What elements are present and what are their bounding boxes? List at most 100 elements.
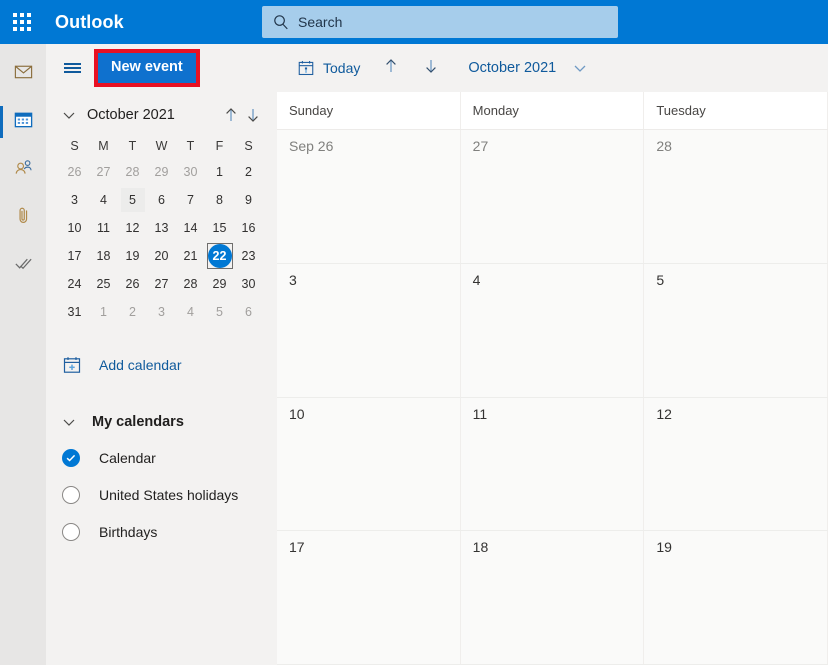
calendar-day-number: 4	[472, 271, 481, 288]
app-launcher-icon[interactable]	[0, 0, 44, 44]
chevron-down-icon[interactable]	[60, 106, 78, 124]
mini-calendar-day[interactable]: 7	[176, 187, 205, 213]
calendar-day-cell[interactable]: 5	[644, 263, 828, 397]
mini-calendar-day[interactable]: 15	[205, 215, 234, 241]
mini-calendar-day[interactable]: 28	[118, 159, 147, 185]
mini-calendar-day[interactable]: 2	[118, 299, 147, 325]
mini-calendar-day[interactable]: 19	[118, 243, 147, 269]
calendar-day-header: Tuesday	[644, 92, 828, 129]
calendar-day-cell[interactable]: 19	[644, 531, 828, 664]
mini-calendar-day[interactable]: 1	[205, 159, 234, 185]
calendar-day-cell[interactable]: 11	[460, 397, 645, 531]
calendar-list-item[interactable]: Calendar	[46, 439, 277, 476]
calendar-day-cell[interactable]: 4	[460, 263, 645, 397]
today-button[interactable]: Today	[289, 52, 368, 84]
unchecked-circle-icon[interactable]	[62, 485, 80, 504]
calendar-day-cell[interactable]: Sep 26	[277, 130, 461, 263]
mini-calendar-day-number: 19	[125, 249, 140, 263]
mini-calendar-day-number: 20	[154, 249, 169, 263]
mini-calendar-day[interactable]: 22	[206, 243, 233, 269]
mini-calendar-day[interactable]: 2	[234, 159, 263, 185]
chevron-down-icon[interactable]	[570, 58, 590, 78]
calendar-day-cell[interactable]: 27	[460, 130, 645, 263]
mini-calendar-day[interactable]: 23	[234, 243, 263, 269]
arrow-up-icon[interactable]	[221, 105, 241, 125]
mini-calendar-day[interactable]: 4	[89, 187, 118, 213]
mini-calendar-day[interactable]: 5	[205, 299, 234, 325]
calendar-weeks: Sep 26 27 28 3 4 5 10 11 12 17 18 19	[277, 130, 828, 665]
my-calendars-group-header[interactable]: My calendars	[46, 405, 277, 439]
new-event-button[interactable]: New event	[98, 52, 196, 84]
calendar-week-row: 3 4 5	[277, 263, 828, 398]
outlook-calendar-app: Outlook Search New event October 2021 S …	[0, 0, 828, 665]
current-month-label[interactable]: October 2021	[468, 60, 556, 76]
mini-calendar-day[interactable]: 27	[89, 159, 118, 185]
next-period-button[interactable]	[414, 52, 448, 84]
mini-calendar-day-number: 25	[96, 277, 111, 291]
rail-item-mail[interactable]	[0, 50, 46, 98]
calendar-day-number: Sep 26	[289, 138, 334, 154]
mini-calendar-day[interactable]: 27	[147, 271, 176, 297]
mini-calendar-day[interactable]: 24	[60, 271, 89, 297]
app-body: New event October 2021 S M T W T F S 26 …	[0, 44, 828, 665]
mini-calendar-day[interactable]: 3	[147, 299, 176, 325]
mini-calendar-day-headers: SMTWTFS	[60, 134, 263, 159]
rail-item-files[interactable]	[0, 194, 46, 242]
calendar-day-cell[interactable]: 17	[277, 531, 461, 664]
hamburger-icon[interactable]	[56, 52, 88, 84]
mini-calendar-day[interactable]: 4	[176, 299, 205, 325]
calendar-list-item-label: Birthdays	[99, 523, 158, 540]
calendar-day-cell[interactable]: 28	[644, 130, 828, 263]
mini-calendar-day[interactable]: 29	[205, 271, 234, 297]
unchecked-circle-icon[interactable]	[62, 522, 80, 541]
mini-calendar-day[interactable]: 20	[147, 243, 176, 269]
calendar-day-cell[interactable]: 10	[277, 397, 461, 531]
calendar-list-item[interactable]: United States holidays	[46, 476, 277, 513]
mini-calendar-day[interactable]: 28	[176, 271, 205, 297]
mini-calendar-day[interactable]: 31	[60, 299, 89, 325]
mini-calendar-day[interactable]: 29	[147, 159, 176, 185]
mini-calendar-day[interactable]: 30	[234, 271, 263, 297]
calendar-day-cell[interactable]: 12	[644, 397, 828, 531]
rail-item-people[interactable]	[0, 146, 46, 194]
mini-calendar-day[interactable]: 14	[176, 215, 205, 241]
chevron-down-icon	[60, 413, 78, 431]
rail-item-calendar[interactable]	[0, 98, 46, 146]
mini-calendar-day-number: 11	[97, 221, 110, 235]
mini-calendar-day[interactable]: 13	[147, 215, 176, 241]
mini-calendar-day[interactable]: 6	[234, 299, 263, 325]
mini-calendar-dow: S	[244, 139, 253, 153]
mini-calendar-day[interactable]: 12	[118, 215, 147, 241]
mini-calendar-day[interactable]: 3	[60, 187, 89, 213]
mini-calendar-day[interactable]: 16	[234, 215, 263, 241]
mini-calendar-title[interactable]: October 2021	[87, 107, 219, 123]
rail-item-to-do[interactable]	[0, 242, 46, 290]
mini-calendar-day[interactable]: 30	[176, 159, 205, 185]
mini-calendar-day[interactable]: 18	[89, 243, 118, 269]
mini-calendar-day[interactable]: 5	[118, 187, 147, 213]
arrow-down-icon[interactable]	[243, 105, 263, 125]
mini-calendar-day[interactable]: 25	[89, 271, 118, 297]
mini-calendar-day[interactable]: 17	[60, 243, 89, 269]
mini-calendar-day-number: 16	[241, 221, 256, 235]
calendar-day-cell[interactable]: 18	[460, 531, 645, 664]
previous-period-button[interactable]	[374, 52, 408, 84]
calendar-list-item[interactable]: Birthdays	[46, 513, 277, 550]
mini-calendar-day[interactable]: 26	[60, 159, 89, 185]
add-calendar-button[interactable]: Add calendar	[46, 347, 277, 383]
mini-calendar-day[interactable]: 9	[234, 187, 263, 213]
mini-calendar-day[interactable]: 21	[176, 243, 205, 269]
mini-calendar-day[interactable]: 6	[147, 187, 176, 213]
calendar-day-cell[interactable]: 3	[277, 263, 461, 397]
mini-calendar-day[interactable]: 8	[205, 187, 234, 213]
search-icon	[272, 13, 290, 31]
mini-calendar-day[interactable]: 11	[89, 215, 118, 241]
mini-calendar-day[interactable]: 10	[60, 215, 89, 241]
mini-calendar-day[interactable]: 26	[118, 271, 147, 297]
checked-circle-icon[interactable]	[62, 448, 80, 467]
mini-calendar-day-number: 21	[183, 249, 198, 263]
mini-calendar-day-number: 1	[216, 165, 223, 179]
mini-calendar-day-number: 8	[216, 193, 223, 207]
search-input[interactable]: Search	[262, 6, 618, 38]
mini-calendar-day[interactable]: 1	[89, 299, 118, 325]
